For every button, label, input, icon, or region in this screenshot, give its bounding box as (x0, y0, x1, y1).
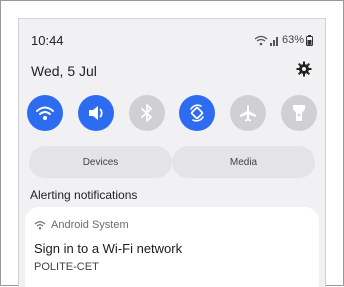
airplane-icon (240, 105, 257, 122)
status-bar: 10:44 63% (31, 33, 313, 49)
sound-toggle[interactable] (77, 95, 114, 131)
wifi-signal-icon (254, 35, 268, 46)
media-button[interactable]: Media (172, 146, 315, 178)
quick-toggles-row (27, 95, 317, 131)
wifi-icon (34, 221, 46, 230)
wifi-toggle[interactable] (27, 95, 63, 131)
alerting-notifications-header: Alerting notifications (30, 188, 138, 202)
bluetooth-icon (140, 104, 152, 122)
notification-app-name: Android System (51, 219, 129, 231)
settings-gear-icon[interactable] (296, 61, 312, 77)
airplane-mode-toggle[interactable] (230, 95, 267, 131)
notification-app-row: Android System (34, 219, 129, 231)
devices-button[interactable]: Devices (29, 146, 172, 178)
screenshot-frame: 10:44 63% Wed, 5 Jul Devices Media Alert… (0, 0, 344, 287)
status-icons: 63% (254, 34, 313, 46)
notification-title: Sign in to a Wi-Fi network (34, 241, 183, 256)
status-time: 10:44 (31, 33, 64, 48)
wifi-icon (36, 106, 54, 120)
notification-subtitle: POLITE-CET (34, 261, 99, 273)
bluetooth-toggle[interactable] (128, 95, 165, 131)
cell-signal-icon (269, 35, 280, 46)
notification-panel: 10:44 63% Wed, 5 Jul Devices Media Alert… (18, 18, 326, 287)
auto-rotate-toggle[interactable] (179, 95, 216, 131)
flashlight-toggle[interactable] (280, 95, 317, 131)
date-label: Wed, 5 Jul (31, 63, 97, 79)
battery-percent: 63% (281, 34, 304, 46)
panel-buttons-row: Devices Media (29, 146, 315, 178)
battery-icon (306, 34, 313, 46)
auto-rotate-icon (190, 104, 205, 122)
notification-card[interactable]: Android System Sign in to a Wi-Fi networ… (25, 207, 319, 287)
volume-icon (88, 106, 103, 120)
flashlight-icon (292, 105, 305, 121)
